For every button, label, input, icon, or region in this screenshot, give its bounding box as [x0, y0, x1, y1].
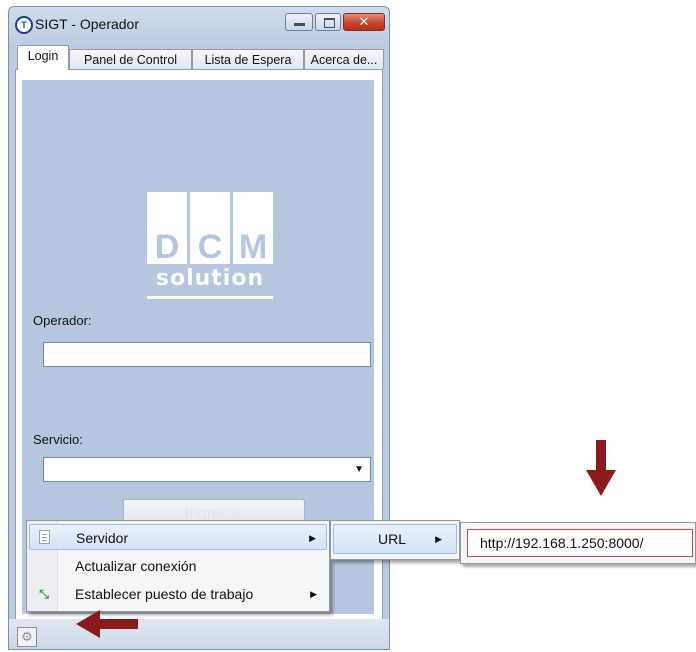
- title-bar[interactable]: T SIGT - Operador ✕: [9, 7, 389, 41]
- submenu-arrow-icon: ▶: [435, 534, 442, 544]
- gear-icon[interactable]: ⚙: [17, 627, 37, 647]
- minimize-icon: [294, 23, 305, 26]
- menu-item-servidor[interactable]: Servidor ▶: [29, 524, 327, 550]
- tab-login[interactable]: Login: [17, 45, 69, 70]
- submenu-arrow-icon: ▶: [310, 589, 317, 599]
- minimize-button[interactable]: [285, 13, 313, 31]
- move-icon: ⤡: [39, 587, 49, 601]
- menu-item-label: URL: [378, 531, 407, 547]
- menu-item-url[interactable]: URL ▶: [333, 524, 457, 554]
- close-icon: ✕: [358, 14, 370, 29]
- tab-strip: Login Panel de Control Lista de Espera A…: [15, 45, 384, 70]
- dcm-solution-logo: D C M solution: [147, 192, 273, 302]
- app-icon: T: [15, 16, 33, 34]
- menu-item-label: Establecer puesto de trabajo: [75, 586, 254, 602]
- servicio-select[interactable]: ▼: [43, 457, 371, 482]
- menu-item-label: Servidor: [76, 530, 129, 546]
- context-menu: Servidor ▶ Actualizar conexión ⤡ Estable…: [26, 520, 330, 612]
- document-icon: [39, 530, 50, 544]
- tab-lista-de-espera[interactable]: Lista de Espera: [192, 49, 304, 69]
- maximize-icon: [324, 18, 335, 28]
- close-button[interactable]: ✕: [343, 13, 385, 31]
- annotation-arrow-down-icon: [586, 440, 616, 496]
- url-submenu: http://192.168.1.250:8000/: [460, 522, 696, 564]
- maximize-button[interactable]: [315, 13, 341, 31]
- annotation-arrow-left-icon: [76, 610, 138, 638]
- menu-item-actualizar-conexion[interactable]: Actualizar conexión: [29, 553, 327, 579]
- tab-panel-de-control[interactable]: Panel de Control: [69, 49, 192, 69]
- menu-item-label: Actualizar conexión: [75, 558, 197, 574]
- servidor-submenu: URL ▶: [330, 520, 460, 560]
- dropdown-arrow-icon[interactable]: ▼: [354, 464, 364, 475]
- logo-letter-m: M: [233, 192, 273, 264]
- servicio-label: Servicio:: [33, 432, 83, 447]
- operador-label: Operador:: [33, 313, 92, 328]
- logo-underline: [147, 296, 273, 299]
- server-url-field[interactable]: http://192.168.1.250:8000/: [467, 529, 693, 557]
- menu-item-establecer-puesto[interactable]: ⤡ Establecer puesto de trabajo ▶: [29, 581, 327, 607]
- status-bar: ⚙: [9, 619, 389, 649]
- logo-tagline: solution: [155, 266, 265, 291]
- logo-letter-d: D: [147, 192, 187, 264]
- logo-letter-c: C: [190, 192, 230, 264]
- tab-acerca-de[interactable]: Acerca de...: [304, 49, 384, 69]
- window-title: SIGT - Operador: [35, 16, 140, 32]
- submenu-arrow-icon: ▶: [309, 533, 316, 543]
- operador-input[interactable]: [43, 342, 371, 367]
